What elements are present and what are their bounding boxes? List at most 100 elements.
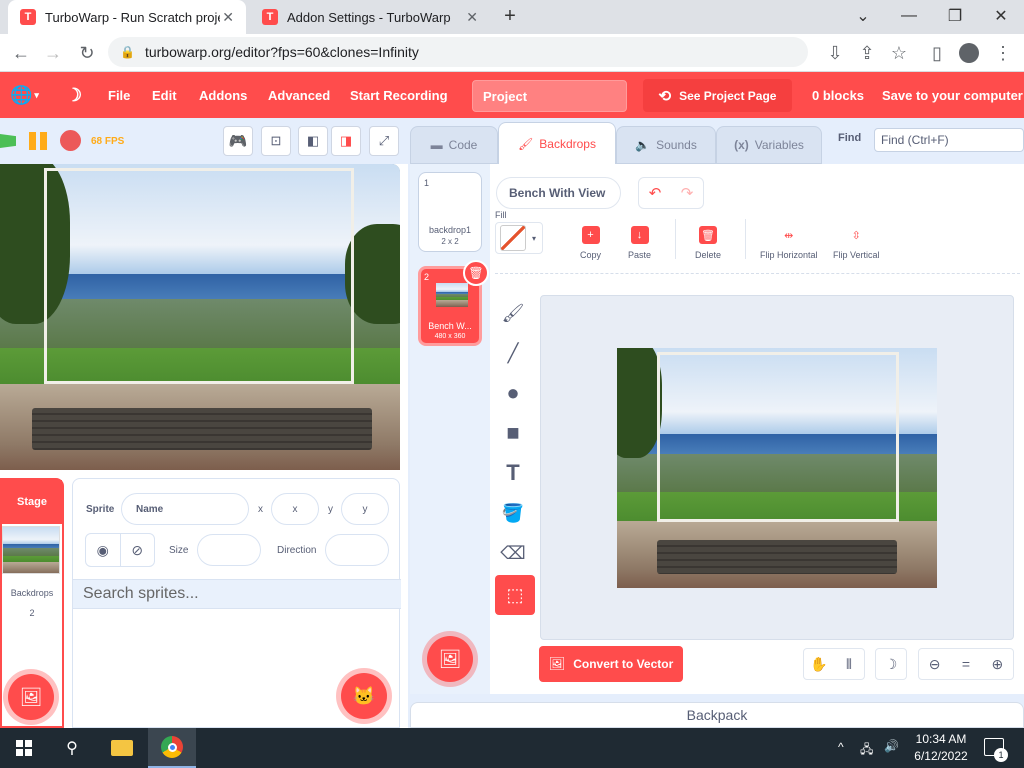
delete-backdrop-icon[interactable]: 🗑 — [463, 260, 489, 286]
file-explorer-icon[interactable] — [98, 728, 146, 768]
browser-tab-turbowarp[interactable]: T TurboWarp - Run Scratch project ✕ — [8, 0, 246, 34]
menu-file[interactable]: File — [108, 72, 130, 118]
hand-pan-icon[interactable]: ✋ — [804, 649, 834, 679]
select-tool-icon[interactable]: ⬚ — [495, 575, 535, 615]
see-project-page-button[interactable]: ⟲ See Project Page — [643, 79, 792, 112]
brush-tool-icon[interactable]: 🖌 — [495, 295, 531, 331]
zoom-reset-button[interactable]: = — [950, 649, 981, 679]
sprite-name-input[interactable]: Name — [121, 493, 249, 525]
backpack-bar[interactable]: Backpack — [410, 702, 1024, 728]
theme-moon-icon[interactable]: ☽ — [66, 72, 82, 118]
redo-icon[interactable]: ↷ — [671, 178, 703, 208]
zoom-out-icon[interactable]: ⊖ — [919, 649, 950, 679]
language-globe-icon[interactable]: 🌐 ▾ — [10, 72, 39, 118]
sound-wave-icon[interactable]: ⦀ — [834, 649, 864, 679]
save-to-computer-button[interactable]: Save to your computer — [882, 72, 1023, 118]
side-panel-icon[interactable]: ▯ — [922, 38, 952, 68]
flip-horizontal-button[interactable]: ⇹ Flip Horizontal — [760, 226, 818, 261]
eraser-tool-icon[interactable]: ⌫ — [495, 535, 531, 571]
project-title-input[interactable]: Project — [472, 80, 627, 112]
paste-button[interactable]: ↓ Paste — [628, 226, 651, 260]
search-sprites-input[interactable]: Search sprites... — [73, 579, 401, 609]
stage-canvas[interactable] — [0, 164, 400, 470]
tab-search-icon[interactable]: ⌄ — [840, 0, 886, 32]
flip-vertical-button[interactable]: ⇳ Flip Vertical — [833, 226, 880, 261]
volume-icon[interactable]: 🔊 — [884, 739, 899, 753]
share-icon[interactable]: ⇪ — [852, 38, 882, 68]
forward-icon[interactable]: → — [38, 38, 68, 68]
small-stage-icon[interactable]: ◧ — [298, 126, 328, 156]
close-tab-icon[interactable]: ✕ — [222, 9, 234, 26]
add-backdrop-button[interactable]: 🖼 — [427, 636, 473, 682]
y-input[interactable]: y — [341, 493, 389, 525]
network-icon[interactable]: 🖧 — [860, 740, 873, 761]
browser-menu-icon[interactable]: ⋮ — [988, 38, 1018, 68]
convert-to-vector-button[interactable]: 🖼 Convert to Vector — [539, 646, 683, 682]
screenshot-icon[interactable]: ⊡ — [261, 126, 291, 156]
choose-backdrop-button[interactable]: 🖼 — [8, 674, 54, 720]
speaker-icon: 🔈 — [635, 138, 651, 152]
tab-code[interactable]: ▬ Code — [410, 126, 498, 164]
back-icon[interactable]: ← — [6, 38, 36, 68]
fullscreen-icon[interactable]: ⤢ — [369, 126, 399, 156]
tab-backdrops[interactable]: 🖌 Backdrops — [498, 122, 616, 164]
clock-time[interactable]: 10:34 AM — [906, 732, 976, 746]
maximize-icon[interactable]: ❐ — [932, 0, 978, 32]
windows-start-icon[interactable] — [0, 728, 48, 768]
close-window-icon[interactable]: ✕ — [978, 0, 1024, 32]
paint-canvas[interactable] — [540, 295, 1014, 640]
costume-name-input[interactable]: Bench With View — [496, 177, 621, 209]
backdrop-item[interactable]: 1 backdrop1 2 x 2 — [418, 172, 482, 252]
gamepad-icon[interactable]: 🎮 — [223, 126, 253, 156]
rectangle-tool-icon[interactable]: ■ — [495, 415, 531, 451]
zoom-in-icon[interactable]: ⊕ — [982, 649, 1013, 679]
delete-button[interactable]: 🗑 Delete — [695, 226, 721, 260]
new-tab-button[interactable]: + — [498, 4, 522, 28]
address-bar[interactable]: 🔒 turbowarp.org/editor?fps=60&clones=Inf… — [108, 37, 808, 67]
chevron-up-icon[interactable]: ^ — [838, 740, 844, 754]
minimize-icon[interactable]: — — [886, 0, 932, 32]
bookmark-star-icon[interactable]: ☆ — [884, 38, 914, 68]
choose-sprite-button[interactable]: 🐱 — [341, 673, 387, 719]
search-icon[interactable]: ⚲ — [48, 728, 96, 768]
fill-color-picker[interactable]: ▾ — [495, 222, 543, 254]
x-label: x — [258, 504, 263, 515]
theme-moon-icon[interactable]: ☽ — [875, 648, 907, 680]
circle-tool-icon[interactable]: ● — [495, 375, 531, 411]
show-eye-icon[interactable]: ◉ — [86, 534, 121, 566]
size-input[interactable] — [197, 534, 261, 566]
tab-sounds[interactable]: 🔈 Sounds — [616, 126, 716, 164]
visibility-toggle: ◉ ⊘ — [85, 533, 155, 567]
browser-tab-addon-settings[interactable]: T Addon Settings - TurboWarp ✕ — [250, 0, 490, 34]
reload-icon[interactable]: ↻ — [72, 38, 102, 68]
green-flag-icon[interactable] — [0, 134, 16, 148]
copy-button[interactable]: + Copy — [580, 226, 601, 260]
profile-avatar-icon[interactable] — [954, 38, 984, 68]
fill-bucket-tool-icon[interactable]: 🪣 — [495, 495, 531, 531]
stage-thumbnail — [2, 526, 60, 574]
undo-icon[interactable]: ↶ — [639, 178, 671, 208]
hide-eye-icon[interactable]: ⊘ — [121, 534, 155, 566]
menu-addons[interactable]: Addons — [199, 72, 247, 118]
pause-icon[interactable] — [29, 132, 49, 150]
stage-selector[interactable]: Stage Backdrops 2 🖼 — [0, 478, 64, 728]
normal-stage-icon[interactable]: ◨ — [331, 126, 361, 156]
direction-input[interactable] — [325, 534, 389, 566]
clock-date[interactable]: 6/12/2022 — [906, 749, 976, 763]
cat-add-icon: 🐱 — [352, 685, 376, 706]
stop-icon[interactable] — [60, 130, 81, 151]
toolbar-separator — [495, 273, 1020, 274]
tab-variables[interactable]: (x) Variables — [716, 126, 822, 164]
x-input[interactable]: x — [271, 493, 319, 525]
text-tool-icon[interactable]: T — [495, 455, 531, 491]
menu-start-recording[interactable]: Start Recording — [350, 72, 448, 118]
install-icon[interactable]: ⇩ — [820, 38, 850, 68]
delete-label: Delete — [695, 250, 722, 260]
close-tab-icon[interactable]: ✕ — [466, 9, 478, 26]
menu-edit[interactable]: Edit — [152, 72, 177, 118]
menu-advanced[interactable]: Advanced — [268, 72, 330, 118]
chrome-icon[interactable] — [148, 728, 196, 768]
flip-vertical-label: Flip Vertical — [833, 250, 880, 260]
line-tool-icon[interactable]: ╱ — [495, 335, 531, 371]
find-input[interactable]: Find (Ctrl+F) — [874, 128, 1024, 152]
